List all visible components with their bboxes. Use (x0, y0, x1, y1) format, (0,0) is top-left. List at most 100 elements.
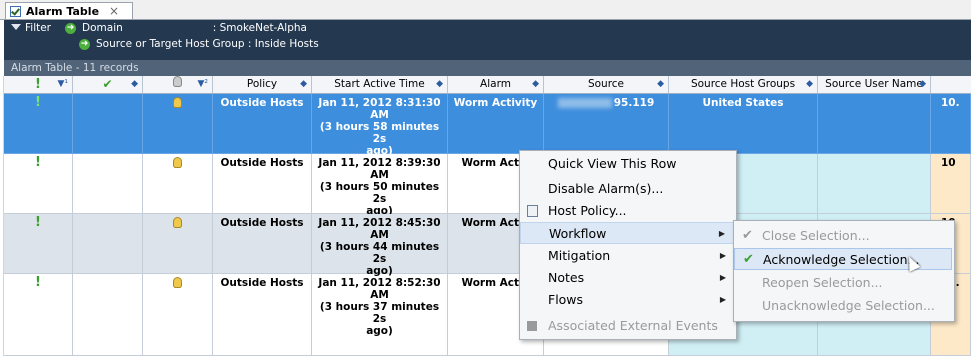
column-shg-label: Source Host Groups (690, 78, 796, 90)
filter-panel: Filter ➜ Domain : SmokeNet-Alpha ➜ Sourc… (4, 20, 971, 76)
double-check-icon: ✔ (742, 228, 753, 243)
column-start-time[interactable]: Start Active Time ◆ (312, 76, 448, 93)
start-line: ago) (366, 325, 393, 337)
close-icon[interactable]: × (109, 4, 119, 18)
column-status[interactable]: ▼² (143, 76, 213, 93)
menu-item-mitigation[interactable]: Mitigation ▶ (520, 245, 734, 267)
submenu-item-close-selection: ✔ Close Selection... (734, 225, 952, 247)
menu-item-label: Mitigation (548, 248, 611, 263)
submenu-arrow-icon: ▶ (718, 229, 725, 238)
menu-item-workflow[interactable]: Workflow ▶ (520, 222, 734, 244)
sort-arrow-icon: ◆ (657, 79, 664, 89)
menu-item-label: Host Policy... (548, 203, 627, 218)
column-alarm[interactable]: Alarm ◆ (448, 76, 544, 93)
start-line: AM (370, 229, 389, 241)
sort-indicator: ▼¹ (57, 79, 68, 89)
bulb-icon (173, 277, 182, 288)
status-cell (143, 274, 213, 356)
bulb-icon (173, 76, 182, 87)
policy-cell: Outside Hosts (213, 274, 312, 356)
policy-cell: Outside Hosts (213, 94, 312, 154)
tab-alarm-table[interactable]: Alarm Table × (5, 2, 133, 19)
column-source-user-name[interactable]: Source User Name ◆ (818, 76, 931, 93)
record-count: Alarm Table - 11 records (4, 60, 971, 76)
square-icon (527, 321, 537, 331)
submenu-item-unacknowledge-selection: Unacknowledge Selection... (762, 298, 935, 313)
alarm-cell: Worm Activity (448, 94, 544, 154)
column-source[interactable]: Source ◆ (544, 76, 669, 93)
column-policy[interactable]: Policy ◆ (213, 76, 312, 93)
source-user-name-cell (818, 94, 931, 154)
sort-arrow-icon: ◆ (806, 79, 813, 89)
checkmark-icon: ✔ (102, 77, 113, 91)
domain-label: Domain (82, 22, 123, 34)
status-cell (143, 214, 213, 274)
column-next[interactable] (931, 76, 971, 93)
menu-item-host-policy[interactable]: Host Policy... (520, 200, 734, 222)
bulb-icon (173, 97, 182, 108)
menu-item-quick-view[interactable]: Quick View This Row (520, 153, 734, 175)
submenu-item-label: Close Selection... (762, 228, 870, 243)
workflow-submenu: ✔ Close Selection... ✔ Acknowledge Selec… (733, 220, 955, 322)
column-source-label: Source (587, 78, 625, 90)
table-row[interactable]: ! Outside Hosts Jan 11, 2012 8:39:30 AM … (4, 154, 971, 217)
sort-arrow-icon: ◆ (300, 79, 307, 89)
exclamation-icon: ! (35, 77, 41, 92)
source-host-groups-cell: United States (669, 94, 818, 154)
funnel-icon (11, 24, 21, 30)
sort-arrow-icon: ◆ (532, 79, 539, 89)
submenu-item-reopen-selection: Reopen Selection... (762, 275, 883, 290)
column-acknowledged[interactable]: ✔ ◆ (73, 76, 143, 93)
start-line: Jan 11, 2012 8:31:30 (318, 97, 441, 109)
source-user-name-cell (818, 154, 931, 214)
exclamation-icon: ! (35, 155, 41, 170)
column-sun-label: Source User Name (825, 78, 923, 90)
status-cell (143, 94, 213, 154)
green-arrow-icon: ➜ (79, 38, 90, 50)
menu-item-associated-events: Associated External Events (520, 315, 734, 337)
domain-value: : SmokeNet-Alpha (212, 22, 307, 34)
table-row[interactable]: ! Outside Hosts Jan 11, 2012 8:31:30 AM … (4, 94, 971, 157)
redacted-ip (557, 98, 612, 108)
severity-cell: ! (4, 94, 73, 154)
filter-row: Filter ➜ Domain : SmokeNet-Alpha (4, 20, 307, 36)
menu-item-label: Flows (548, 292, 584, 307)
start-line: Jan 11, 2012 8:39:30 (318, 157, 441, 169)
ack-cell (73, 154, 143, 214)
column-severity[interactable]: ! ▼¹ (4, 76, 73, 93)
bulb-icon (173, 157, 182, 168)
start-line: (3 hours 50 minutes 2s (319, 181, 440, 205)
sort-arrow-icon: ◆ (919, 79, 926, 89)
start-line: AM (370, 169, 389, 181)
menu-item-flows[interactable]: Flows ▶ (520, 289, 734, 311)
menu-item-notes[interactable]: Notes ▶ (520, 267, 734, 289)
host-group-filter: Source or Target Host Group : Inside Hos… (96, 38, 319, 50)
start-time-cell: Jan 11, 2012 8:45:30 AM (3 hours 44 minu… (312, 214, 448, 277)
menu-item-label: Workflow (549, 226, 607, 241)
submenu-arrow-icon: ▶ (719, 295, 726, 304)
next-cell: 10 (931, 154, 971, 214)
sort-arrow-icon: ◆ (436, 79, 443, 89)
start-line: Jan 11, 2012 8:45:30 (318, 217, 441, 229)
document-icon (527, 205, 538, 217)
source-value: 95.119 (613, 97, 655, 109)
host-group-row: ➜ Source or Target Host Group : Inside H… (79, 36, 319, 52)
green-arrow-icon: ➜ (65, 22, 77, 34)
ack-cell (73, 214, 143, 274)
ack-cell (73, 274, 143, 356)
severity-cell: ! (4, 214, 73, 274)
bulb-icon (173, 217, 182, 228)
ack-cell (73, 94, 143, 154)
column-source-host-groups[interactable]: Source Host Groups ◆ (669, 76, 818, 93)
start-line: (3 hours 58 minutes 2s (319, 121, 440, 145)
submenu-arrow-icon: ▶ (719, 251, 726, 260)
start-line: Jan 11, 2012 8:52:30 (318, 277, 441, 289)
start-line: (3 hours 37 minutes 2s (319, 301, 440, 325)
sort-arrow-icon: ◆ (131, 79, 138, 89)
severity-cell: ! (4, 274, 73, 356)
menu-item-label: Notes (548, 270, 585, 285)
menu-item-disable-alarms[interactable]: Disable Alarm(s)... (520, 178, 734, 200)
tab-title: Alarm Table (26, 4, 100, 18)
submenu-item-label: Acknowledge Selection... (763, 252, 920, 267)
checkmark-icon: ✔ (743, 252, 754, 267)
